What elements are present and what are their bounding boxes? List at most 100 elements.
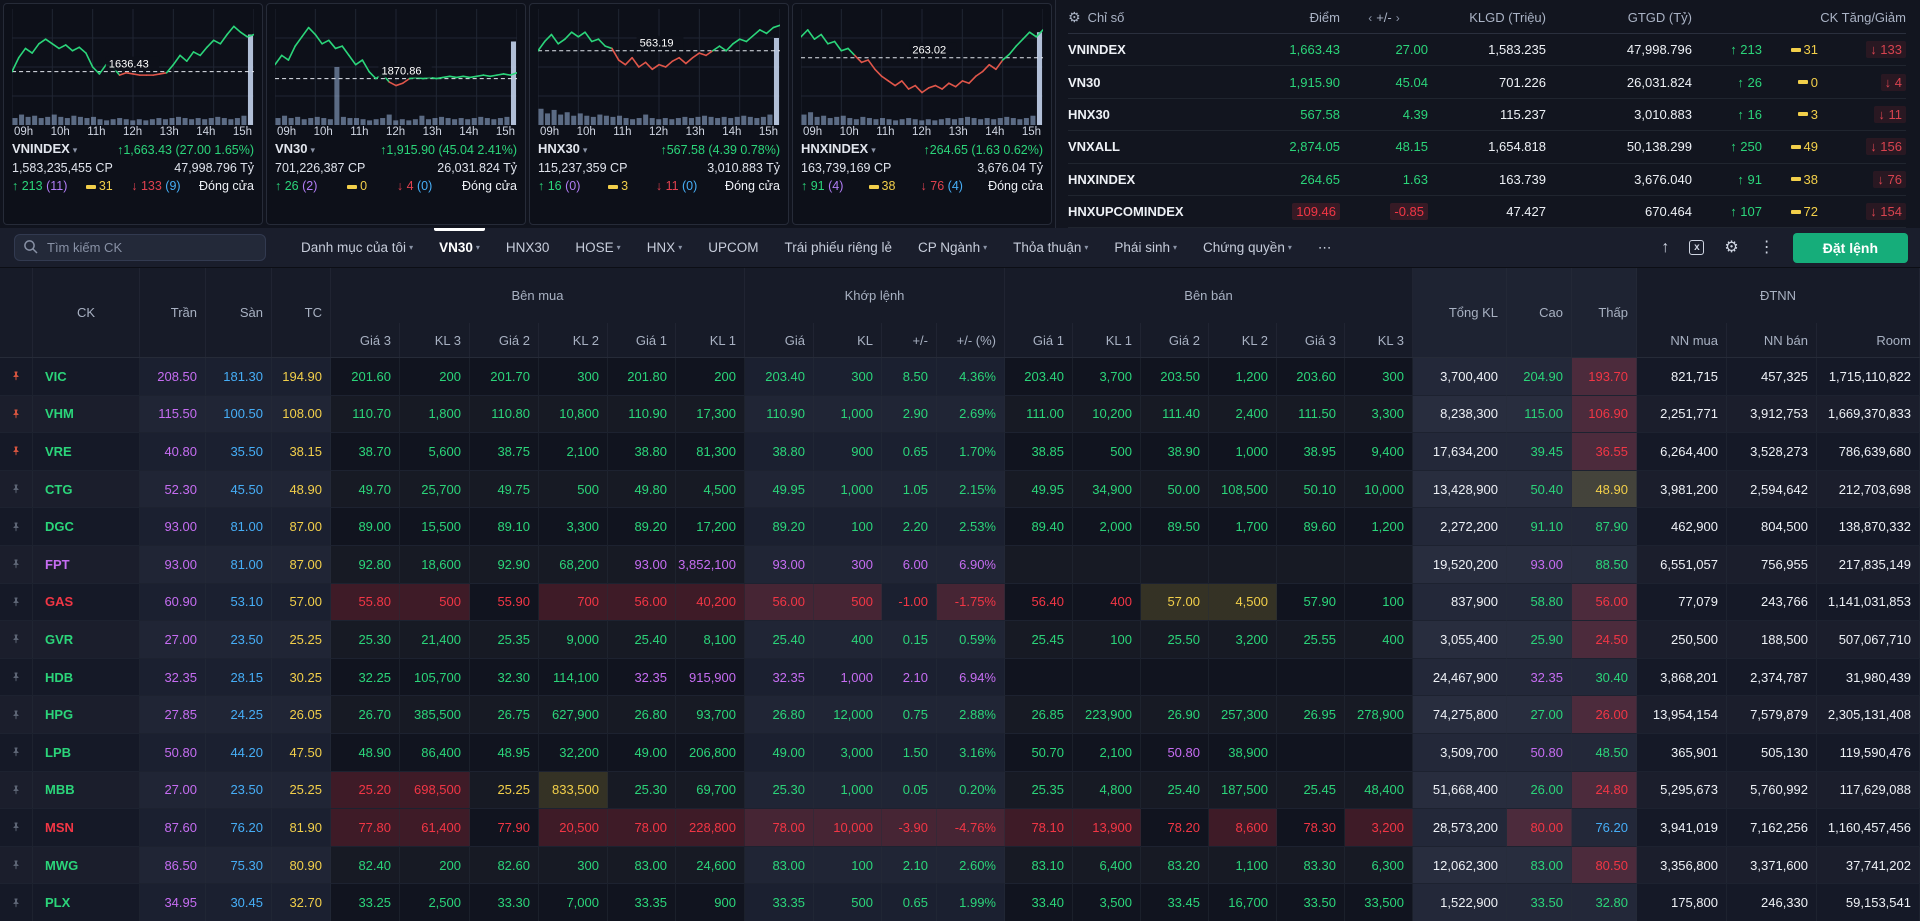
buy-price-3[interactable]: 55.80 [331, 584, 400, 622]
sell-price-1[interactable]: 203.40 [1005, 358, 1073, 396]
buy-price-2[interactable]: 55.90 [470, 584, 539, 622]
tab-danh-m-c-c-a-t-i[interactable]: Danh mục của tôi▾ [288, 228, 426, 267]
index-name[interactable]: VNINDEX [1068, 40, 1236, 59]
sell-price-3[interactable] [1277, 659, 1345, 697]
match-price[interactable]: 78.00 [745, 809, 814, 847]
sell-price-1[interactable]: 26.85 [1005, 696, 1073, 734]
sell-price-2[interactable] [1141, 659, 1209, 697]
sell-price-3[interactable]: 89.60 [1277, 508, 1345, 546]
ticker-symbol[interactable]: GVR [33, 621, 140, 659]
match-price[interactable]: 93.00 [745, 546, 814, 584]
buy-price-2[interactable]: 32.30 [470, 659, 539, 697]
sell-price-1[interactable]: 78.10 [1005, 809, 1073, 847]
match-price[interactable]: 49.00 [745, 734, 814, 772]
index-name[interactable]: HNXINDEX [1068, 170, 1236, 189]
sell-price-1[interactable]: 38.85 [1005, 433, 1073, 471]
buy-price-3[interactable]: 77.80 [331, 809, 400, 847]
buy-price-3[interactable]: 49.70 [331, 471, 400, 509]
sell-price-1[interactable]: 50.70 [1005, 734, 1073, 772]
buy-price-3[interactable]: 26.70 [331, 696, 400, 734]
pin-icon[interactable] [0, 809, 33, 847]
buy-price-1[interactable]: 56.00 [608, 584, 676, 622]
sell-price-3[interactable]: 111.50 [1277, 396, 1345, 434]
index-name[interactable]: HNX30 [1068, 105, 1236, 124]
buy-price-2[interactable]: 49.75 [470, 471, 539, 509]
buy-price-3[interactable]: 25.20 [331, 772, 400, 810]
ticker-symbol[interactable]: CTG [33, 471, 140, 509]
sell-price-3[interactable]: 50.10 [1277, 471, 1345, 509]
pin-icon[interactable] [0, 471, 33, 509]
sell-price-1[interactable]: 25.45 [1005, 621, 1073, 659]
sell-price-2[interactable]: 50.80 [1141, 734, 1209, 772]
sell-price-3[interactable] [1277, 734, 1345, 772]
buy-price-2[interactable]: 77.90 [470, 809, 539, 847]
ticker-symbol[interactable]: FPT [33, 546, 140, 584]
buy-price-2[interactable]: 25.35 [470, 621, 539, 659]
chevron-left-icon[interactable]: ‹ [1364, 11, 1376, 25]
buy-price-1[interactable]: 78.00 [608, 809, 676, 847]
buy-price-1[interactable]: 110.90 [608, 396, 676, 434]
ticker-symbol[interactable]: DGC [33, 508, 140, 546]
buy-price-1[interactable]: 83.00 [608, 847, 676, 885]
match-price[interactable]: 89.20 [745, 508, 814, 546]
sell-price-3[interactable]: 203.60 [1277, 358, 1345, 396]
sell-price-2[interactable]: 38.90 [1141, 433, 1209, 471]
buy-price-3[interactable]: 48.90 [331, 734, 400, 772]
buy-price-3[interactable]: 201.60 [331, 358, 400, 396]
buy-price-2[interactable]: 33.30 [470, 884, 539, 921]
settings-gear-icon[interactable]: ⚙ [1068, 9, 1081, 26]
buy-price-1[interactable]: 38.80 [608, 433, 676, 471]
buy-price-3[interactable]: 89.00 [331, 508, 400, 546]
pin-icon[interactable] [0, 358, 33, 396]
kebab-menu-icon[interactable]: ⋮ [1759, 240, 1775, 256]
sell-price-2[interactable]: 26.90 [1141, 696, 1209, 734]
tab-hnx[interactable]: HNX▾ [634, 228, 696, 267]
buy-price-1[interactable]: 49.00 [608, 734, 676, 772]
buy-price-2[interactable]: 201.70 [470, 358, 539, 396]
sell-price-2[interactable]: 111.40 [1141, 396, 1209, 434]
ticker-symbol[interactable]: HDB [33, 659, 140, 697]
index-name[interactable]: VN30 [1068, 73, 1236, 92]
sell-price-2[interactable]: 25.50 [1141, 621, 1209, 659]
chevron-right-icon[interactable]: › [1392, 11, 1404, 25]
buy-price-2[interactable]: 92.90 [470, 546, 539, 584]
ticker-symbol[interactable]: HPG [33, 696, 140, 734]
sell-price-1[interactable] [1005, 546, 1073, 584]
pin-icon[interactable] [0, 546, 33, 584]
buy-price-1[interactable]: 32.35 [608, 659, 676, 697]
sell-price-3[interactable]: 25.55 [1277, 621, 1345, 659]
sell-price-3[interactable] [1277, 546, 1345, 584]
buy-price-3[interactable]: 82.40 [331, 847, 400, 885]
sell-price-3[interactable]: 26.95 [1277, 696, 1345, 734]
tab-ch-ng-quy-n[interactable]: Chứng quyền▾ [1190, 228, 1305, 267]
index-name-VNINDEX[interactable]: VNINDEX▾ [12, 140, 77, 159]
sell-price-2[interactable] [1141, 546, 1209, 584]
buy-price-1[interactable]: 89.20 [608, 508, 676, 546]
sell-price-1[interactable]: 83.10 [1005, 847, 1073, 885]
ticker-symbol[interactable]: LPB [33, 734, 140, 772]
match-price[interactable]: 32.35 [745, 659, 814, 697]
index-name[interactable]: HNXUPCOMINDEX [1068, 202, 1236, 221]
tab-cp-ng-nh[interactable]: CP Ngành▾ [905, 228, 1000, 267]
buy-price-2[interactable]: 48.95 [470, 734, 539, 772]
buy-price-3[interactable]: 92.80 [331, 546, 400, 584]
tab-hnx30[interactable]: HNX30 [493, 228, 563, 267]
sell-price-2[interactable]: 203.50 [1141, 358, 1209, 396]
index-name[interactable]: VNXALL [1068, 137, 1236, 156]
sell-price-2[interactable]: 83.20 [1141, 847, 1209, 885]
sell-price-2[interactable]: 25.40 [1141, 772, 1209, 810]
ticker-symbol[interactable]: GAS [33, 584, 140, 622]
buy-price-3[interactable]: 25.30 [331, 621, 400, 659]
sell-price-2[interactable]: 50.00 [1141, 471, 1209, 509]
sell-price-1[interactable]: 56.40 [1005, 584, 1073, 622]
sell-price-3[interactable]: 78.30 [1277, 809, 1345, 847]
search-input[interactable] [14, 234, 266, 261]
sell-price-3[interactable]: 25.45 [1277, 772, 1345, 810]
sell-price-3[interactable]: 33.50 [1277, 884, 1345, 921]
tab-ph-i-sinh[interactable]: Phái sinh▾ [1101, 228, 1190, 267]
buy-price-2[interactable]: 26.75 [470, 696, 539, 734]
sell-price-1[interactable]: 33.40 [1005, 884, 1073, 921]
tab-upcom[interactable]: UPCOM [695, 228, 771, 267]
buy-price-2[interactable]: 89.10 [470, 508, 539, 546]
match-price[interactable]: 38.80 [745, 433, 814, 471]
